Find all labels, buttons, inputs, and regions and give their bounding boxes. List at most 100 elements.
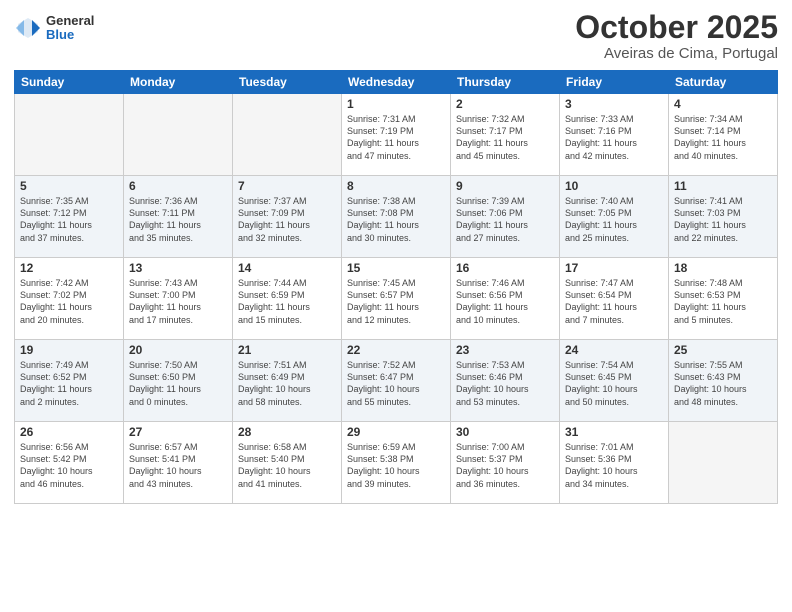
day-info: Sunrise: 7:53 AM Sunset: 6:46 PM Dayligh… bbox=[456, 359, 554, 408]
month-title: October 2025 bbox=[575, 10, 778, 45]
calendar-header-day: Tuesday bbox=[233, 71, 342, 94]
day-number: 20 bbox=[129, 343, 227, 357]
day-info: Sunrise: 7:55 AM Sunset: 6:43 PM Dayligh… bbox=[674, 359, 772, 408]
calendar-day-cell: 25 Sunrise: 7:55 AM Sunset: 6:43 PM Dayli… bbox=[669, 340, 778, 422]
day-number: 12 bbox=[20, 261, 118, 275]
day-number: 25 bbox=[674, 343, 772, 357]
day-info: Sunrise: 7:47 AM Sunset: 6:54 PM Dayligh… bbox=[565, 277, 663, 326]
day-number: 2 bbox=[456, 97, 554, 111]
calendar-day-cell: 11Sunrise: 7:41 AM Sunset: 7:03 PM Dayli… bbox=[669, 176, 778, 258]
day-info: Sunrise: 7:51 AM Sunset: 6:49 PM Dayligh… bbox=[238, 359, 336, 408]
day-number: 3 bbox=[565, 97, 663, 111]
calendar-day-cell bbox=[233, 94, 342, 176]
day-info: Sunrise: 7:31 AM Sunset: 7:19 PM Dayligh… bbox=[347, 113, 445, 162]
day-info: Sunrise: 7:32 AM Sunset: 7:17 PM Dayligh… bbox=[456, 113, 554, 162]
day-info: Sunrise: 7:45 AM Sunset: 6:57 PM Dayligh… bbox=[347, 277, 445, 326]
day-info: Sunrise: 7:38 AM Sunset: 7:08 PM Dayligh… bbox=[347, 195, 445, 244]
day-number: 31 bbox=[565, 425, 663, 439]
day-number: 7 bbox=[238, 179, 336, 193]
day-number: 8 bbox=[347, 179, 445, 193]
day-number: 5 bbox=[20, 179, 118, 193]
calendar-day-cell: 12 Sunrise: 7:42 AM Sunset: 7:02 PM Dayli… bbox=[15, 258, 124, 340]
calendar-header-day: Friday bbox=[560, 71, 669, 94]
day-info: Sunrise: 7:34 AM Sunset: 7:14 PM Dayligh… bbox=[674, 113, 772, 162]
calendar-day-cell: 5 Sunrise: 7:35 AM Sunset: 7:12 PM Daylig… bbox=[15, 176, 124, 258]
calendar-week-row: 19Sunrise: 7:49 AM Sunset: 6:52 PM Dayli… bbox=[15, 340, 778, 422]
day-info: Sunrise: 7:50 AM Sunset: 6:50 PM Dayligh… bbox=[129, 359, 227, 408]
calendar-header-day: Sunday bbox=[15, 71, 124, 94]
day-info: Sunrise: 7:42 AM Sunset: 7:02 PM Dayligh… bbox=[20, 277, 118, 326]
calendar-day-cell: 26 Sunrise: 6:56 AM Sunset: 5:42 PM Dayli… bbox=[15, 422, 124, 504]
calendar-body: 1 Sunrise: 7:31 AM Sunset: 7:19 PM Daylig… bbox=[15, 94, 778, 504]
day-info: Sunrise: 7:35 AM Sunset: 7:12 PM Dayligh… bbox=[20, 195, 118, 244]
day-number: 30 bbox=[456, 425, 554, 439]
calendar-container: General Blue October 2025 Aveiras de Cim… bbox=[0, 0, 792, 612]
calendar-day-cell: 15 Sunrise: 7:45 AM Sunset: 6:57 PM Dayli… bbox=[342, 258, 451, 340]
calendar-day-cell: 21 Sunrise: 7:51 AM Sunset: 6:49 PM Dayli… bbox=[233, 340, 342, 422]
calendar-day-cell: 17 Sunrise: 7:47 AM Sunset: 6:54 PM Dayli… bbox=[560, 258, 669, 340]
day-info: Sunrise: 7:54 AM Sunset: 6:45 PM Dayligh… bbox=[565, 359, 663, 408]
calendar-day-cell: 4 Sunrise: 7:34 AM Sunset: 7:14 PM Daylig… bbox=[669, 94, 778, 176]
calendar-week-row: 12 Sunrise: 7:42 AM Sunset: 7:02 PM Dayli… bbox=[15, 258, 778, 340]
day-info: Sunrise: 7:41 AM Sunset: 7:03 PM Dayligh… bbox=[674, 195, 772, 244]
logo: General Blue bbox=[14, 14, 94, 43]
day-info: Sunrise: 6:58 AM Sunset: 5:40 PM Dayligh… bbox=[238, 441, 336, 490]
header: General Blue October 2025 Aveiras de Cim… bbox=[14, 10, 778, 62]
day-number: 27 bbox=[129, 425, 227, 439]
day-info: Sunrise: 7:01 AM Sunset: 5:36 PM Dayligh… bbox=[565, 441, 663, 490]
calendar-header-day: Saturday bbox=[669, 71, 778, 94]
calendar-day-cell: 7Sunrise: 7:37 AM Sunset: 7:09 PM Daylig… bbox=[233, 176, 342, 258]
day-info: Sunrise: 7:46 AM Sunset: 6:56 PM Dayligh… bbox=[456, 277, 554, 326]
calendar-header-day: Thursday bbox=[451, 71, 560, 94]
calendar-day-cell: 9Sunrise: 7:39 AM Sunset: 7:06 PM Daylig… bbox=[451, 176, 560, 258]
calendar-week-row: 5 Sunrise: 7:35 AM Sunset: 7:12 PM Daylig… bbox=[15, 176, 778, 258]
day-number: 4 bbox=[674, 97, 772, 111]
day-info: Sunrise: 7:43 AM Sunset: 7:00 PM Dayligh… bbox=[129, 277, 227, 326]
calendar-day-cell bbox=[669, 422, 778, 504]
day-info: Sunrise: 7:44 AM Sunset: 6:59 PM Dayligh… bbox=[238, 277, 336, 326]
location-title: Aveiras de Cima, Portugal bbox=[575, 45, 778, 62]
calendar-day-cell: 29Sunrise: 6:59 AM Sunset: 5:38 PM Dayli… bbox=[342, 422, 451, 504]
day-number: 19 bbox=[20, 343, 118, 357]
day-info: Sunrise: 6:56 AM Sunset: 5:42 PM Dayligh… bbox=[20, 441, 118, 490]
calendar-day-cell: 10 Sunrise: 7:40 AM Sunset: 7:05 PM Dayli… bbox=[560, 176, 669, 258]
day-info: Sunrise: 6:57 AM Sunset: 5:41 PM Dayligh… bbox=[129, 441, 227, 490]
calendar-day-cell: 3 Sunrise: 7:33 AM Sunset: 7:16 PM Daylig… bbox=[560, 94, 669, 176]
day-info: Sunrise: 7:33 AM Sunset: 7:16 PM Dayligh… bbox=[565, 113, 663, 162]
logo-blue: Blue bbox=[46, 28, 94, 42]
calendar-table: SundayMondayTuesdayWednesdayThursdayFrid… bbox=[14, 70, 778, 504]
day-number: 17 bbox=[565, 261, 663, 275]
calendar-day-cell: 6 Sunrise: 7:36 AM Sunset: 7:11 PM Daylig… bbox=[124, 176, 233, 258]
day-number: 26 bbox=[20, 425, 118, 439]
calendar-day-cell: 18Sunrise: 7:48 AM Sunset: 6:53 PM Dayli… bbox=[669, 258, 778, 340]
day-number: 1 bbox=[347, 97, 445, 111]
day-number: 14 bbox=[238, 261, 336, 275]
logo-icon bbox=[14, 14, 42, 42]
day-info: Sunrise: 7:36 AM Sunset: 7:11 PM Dayligh… bbox=[129, 195, 227, 244]
calendar-header-day: Wednesday bbox=[342, 71, 451, 94]
day-number: 6 bbox=[129, 179, 227, 193]
day-info: Sunrise: 7:52 AM Sunset: 6:47 PM Dayligh… bbox=[347, 359, 445, 408]
day-number: 15 bbox=[347, 261, 445, 275]
day-number: 10 bbox=[565, 179, 663, 193]
logo-general: General bbox=[46, 14, 94, 28]
day-number: 18 bbox=[674, 261, 772, 275]
calendar-day-cell: 27 Sunrise: 6:57 AM Sunset: 5:41 PM Dayli… bbox=[124, 422, 233, 504]
day-number: 29 bbox=[347, 425, 445, 439]
calendar-day-cell: 2 Sunrise: 7:32 AM Sunset: 7:17 PM Daylig… bbox=[451, 94, 560, 176]
calendar-day-cell: 22Sunrise: 7:52 AM Sunset: 6:47 PM Dayli… bbox=[342, 340, 451, 422]
calendar-day-cell: 28Sunrise: 6:58 AM Sunset: 5:40 PM Dayli… bbox=[233, 422, 342, 504]
calendar-header-day: Monday bbox=[124, 71, 233, 94]
calendar-day-cell: 20 Sunrise: 7:50 AM Sunset: 6:50 PM Dayli… bbox=[124, 340, 233, 422]
day-number: 24 bbox=[565, 343, 663, 357]
calendar-day-cell: 16 Sunrise: 7:46 AM Sunset: 6:56 PM Dayli… bbox=[451, 258, 560, 340]
calendar-week-row: 26 Sunrise: 6:56 AM Sunset: 5:42 PM Dayli… bbox=[15, 422, 778, 504]
day-number: 13 bbox=[129, 261, 227, 275]
day-number: 16 bbox=[456, 261, 554, 275]
day-number: 21 bbox=[238, 343, 336, 357]
day-number: 9 bbox=[456, 179, 554, 193]
calendar-day-cell: 1 Sunrise: 7:31 AM Sunset: 7:19 PM Daylig… bbox=[342, 94, 451, 176]
calendar-day-cell: 23Sunrise: 7:53 AM Sunset: 6:46 PM Dayli… bbox=[451, 340, 560, 422]
day-info: Sunrise: 7:40 AM Sunset: 7:05 PM Dayligh… bbox=[565, 195, 663, 244]
title-section: October 2025 Aveiras de Cima, Portugal bbox=[575, 10, 778, 62]
